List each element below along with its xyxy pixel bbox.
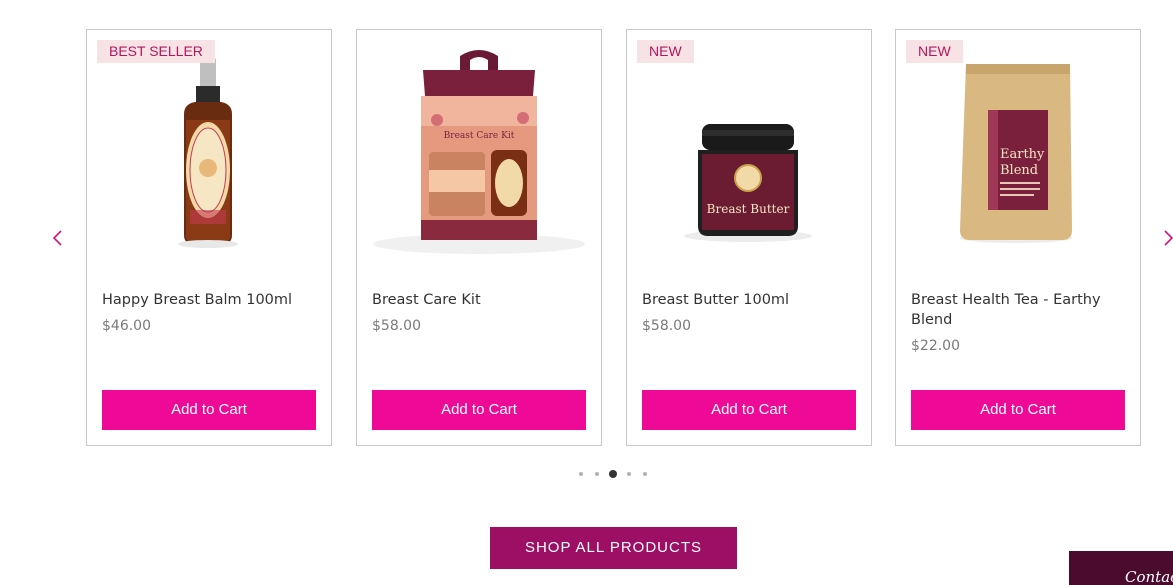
contact-tab[interactable]: Contact: [1069, 551, 1173, 585]
product-card[interactable]: Breast Care Kit Breast Care Kit $58.00 A…: [356, 29, 602, 446]
pagination-dot[interactable]: [643, 472, 647, 476]
gift-box-image: Breast Care Kit: [373, 50, 585, 254]
add-to-cart-button[interactable]: Add to Cart: [102, 390, 316, 430]
product-price: $46.00: [102, 318, 151, 334]
product-name[interactable]: Breast Care Kit: [372, 290, 587, 310]
product-card[interactable]: Earthy Blend NEW Breast Health Tea - Ear…: [895, 29, 1141, 446]
product-name[interactable]: Happy Breast Balm 100ml: [102, 290, 317, 310]
chevron-left-icon: [52, 230, 62, 246]
product-price: $58.00: [642, 318, 691, 334]
product-price: $58.00: [372, 318, 421, 334]
svg-text:Breast Butter: Breast Butter: [707, 202, 790, 216]
product-image[interactable]: Breast Care Kit: [357, 30, 601, 290]
pagination-dot[interactable]: [579, 472, 583, 476]
svg-text:Earthy: Earthy: [1000, 147, 1045, 162]
product-card[interactable]: Breast Butter NEW Breast Butter 100ml $5…: [626, 29, 872, 446]
pagination-dot[interactable]: [595, 472, 599, 476]
carousel-next-button[interactable]: [1160, 226, 1173, 250]
product-name[interactable]: Breast Health Tea - Earthy Blend: [911, 290, 1126, 330]
svg-text:Blend: Blend: [1000, 163, 1038, 178]
product-badge: NEW: [637, 40, 694, 63]
product-badge: BEST SELLER: [97, 40, 215, 63]
add-to-cart-button[interactable]: Add to Cart: [372, 390, 586, 430]
product-badge: NEW: [906, 40, 963, 63]
svg-text:Breast Care Kit: Breast Care Kit: [444, 131, 515, 141]
jar-image: Breast Butter: [684, 124, 812, 242]
shop-all-products-button[interactable]: SHOP ALL PRODUCTS: [490, 527, 737, 569]
pagination-dot[interactable]: [627, 472, 631, 476]
chevron-right-icon: [1164, 230, 1173, 246]
product-card[interactable]: BEST SELLER Happy Breast Balm 100ml $46.…: [86, 29, 332, 446]
product-price: $22.00: [911, 338, 960, 354]
pagination-dot-active[interactable]: [609, 470, 617, 478]
add-to-cart-button[interactable]: Add to Cart: [911, 390, 1125, 430]
product-name[interactable]: Breast Butter 100ml: [642, 290, 857, 310]
spray-bottle-image: [178, 52, 238, 248]
product-image[interactable]: Breast Butter: [627, 30, 871, 290]
tea-pouch-image: Earthy Blend: [960, 64, 1072, 243]
carousel-prev-button[interactable]: [50, 226, 66, 250]
product-image[interactable]: Earthy Blend: [896, 30, 1140, 290]
product-image[interactable]: [87, 30, 331, 290]
add-to-cart-button[interactable]: Add to Cart: [642, 390, 856, 430]
